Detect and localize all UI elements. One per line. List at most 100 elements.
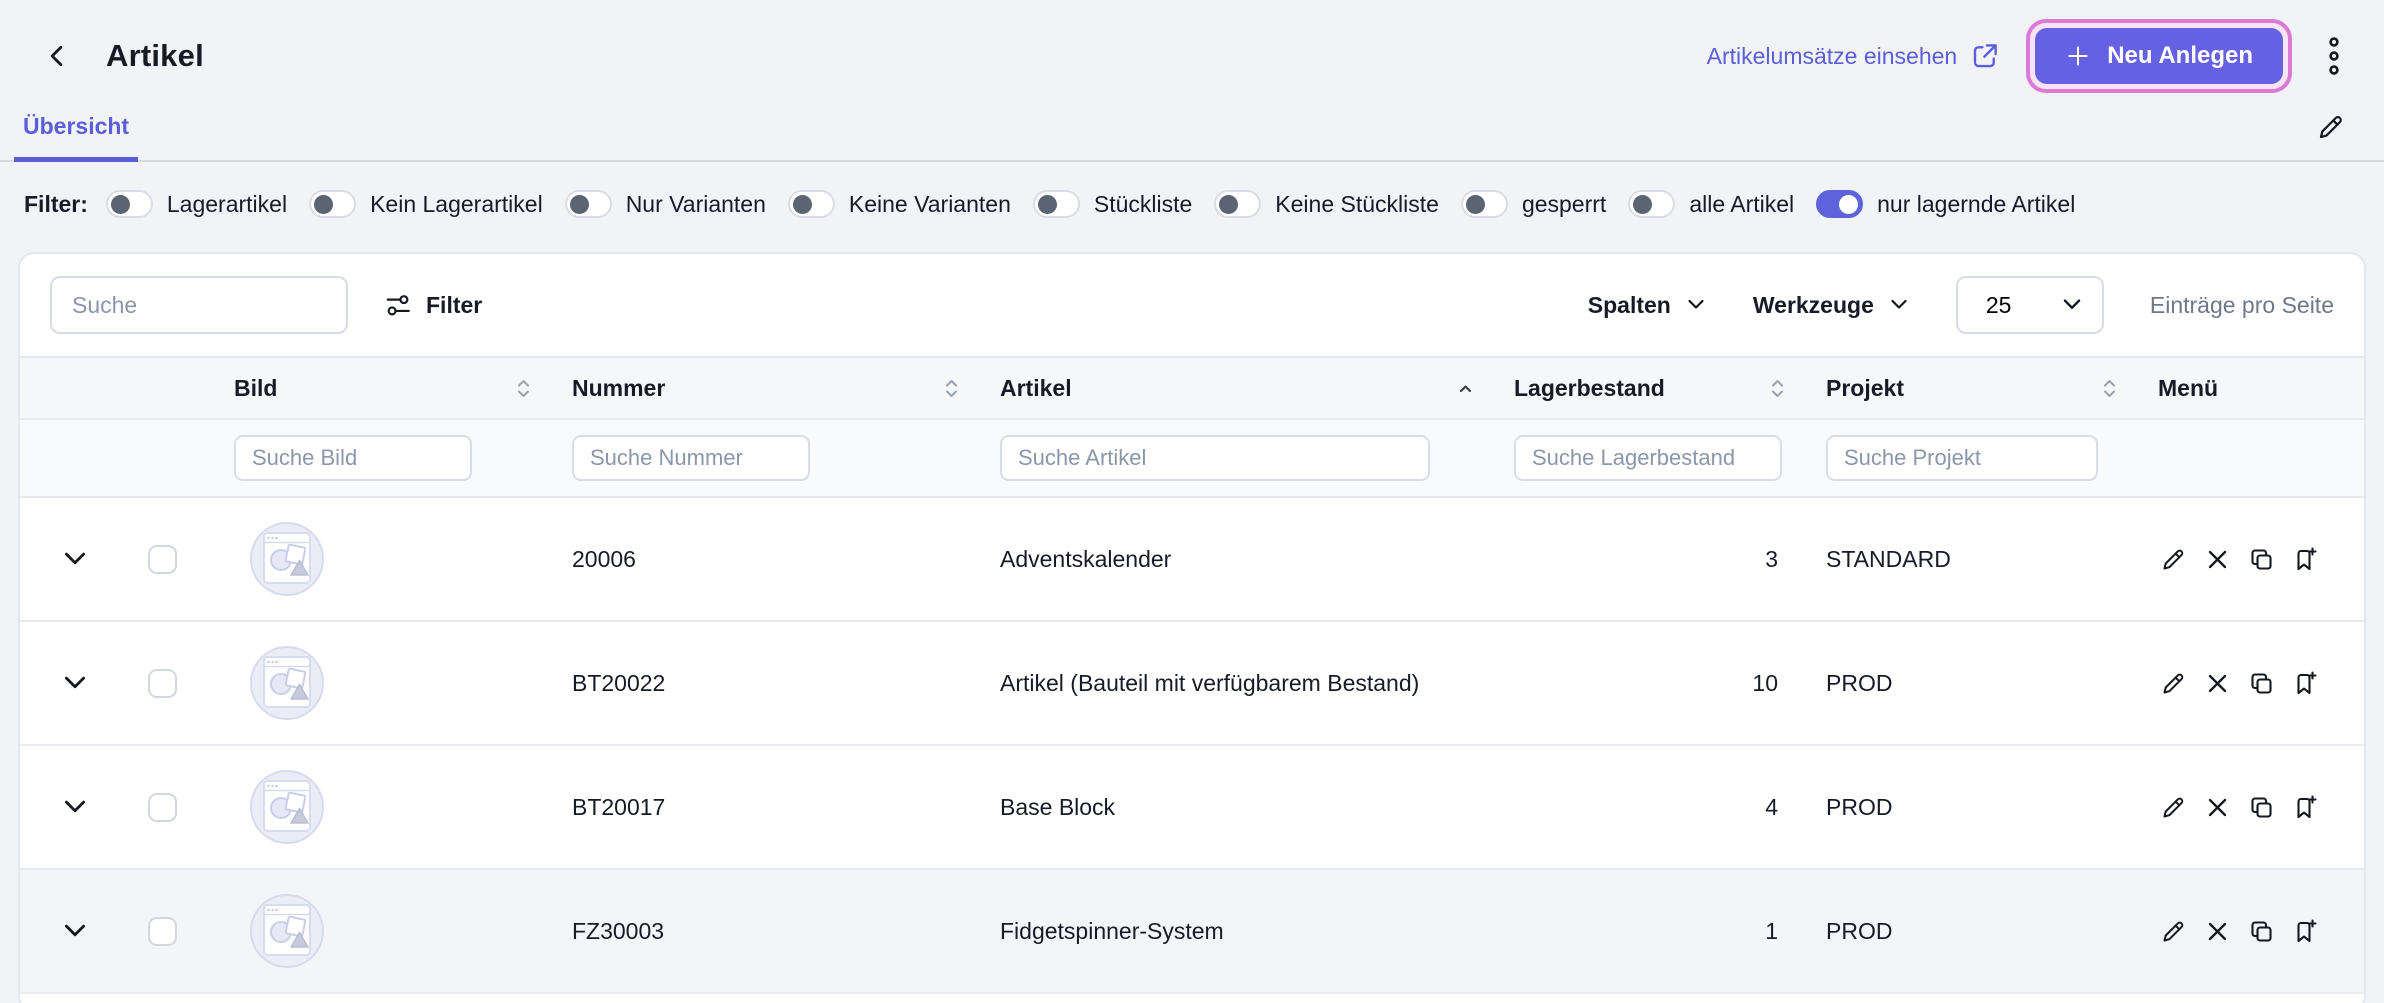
filter-toggle-nur-varianten[interactable]: Nur Varianten xyxy=(565,190,766,218)
toggle-switch[interactable] xyxy=(1628,190,1675,218)
toggle-switch[interactable] xyxy=(1214,190,1261,218)
toggle-switch[interactable] xyxy=(1461,190,1508,218)
bookmark-plus-icon xyxy=(2292,546,2319,573)
row-checkbox[interactable] xyxy=(148,793,177,822)
row-checkbox[interactable] xyxy=(148,669,177,698)
row-projekt: PROD xyxy=(1802,794,2134,821)
chevron-down-icon xyxy=(2060,293,2084,317)
column-header-projekt[interactable]: Projekt xyxy=(1802,358,2134,418)
filter-toggle-keine-stueckliste[interactable]: Keine Stückliste xyxy=(1214,190,1439,218)
page-header: Artikel Artikelumsätze einsehen Neu Anle… xyxy=(0,0,2384,96)
article-table-card: Filter Spalten Werkzeuge 25 Einträge pro… xyxy=(18,252,2366,1003)
neu-anlegen-button[interactable]: Neu Anlegen xyxy=(2035,28,2283,84)
pencil-icon xyxy=(2160,546,2187,573)
column-search-nummer[interactable] xyxy=(572,435,810,481)
column-header-nummer[interactable]: Nummer xyxy=(548,358,976,418)
column-search-projekt[interactable] xyxy=(1826,435,2098,481)
filter-toggle-gesperrt[interactable]: gesperrt xyxy=(1461,190,1606,218)
table-header-row: Bild Nummer Artikel Lagerbestand Projekt… xyxy=(20,356,2364,420)
row-nummer: BT20017 xyxy=(548,794,976,821)
row-lagerbestand: 10 xyxy=(1490,670,1802,697)
copy-button[interactable] xyxy=(2246,916,2277,947)
row-checkbox[interactable] xyxy=(148,545,177,574)
bookmark-plus-icon xyxy=(2292,918,2319,945)
row-checkbox[interactable] xyxy=(148,917,177,946)
table-row: 20006 Adventskalender 3 STANDARD xyxy=(20,498,2364,622)
filter-toggle-alle-artikel[interactable]: alle Artikel xyxy=(1628,190,1794,218)
row-expand-button[interactable] xyxy=(57,541,93,577)
column-search-lagerbestand[interactable] xyxy=(1514,435,1782,481)
werkzeuge-label: Werkzeuge xyxy=(1753,292,1874,319)
kebab-menu-icon xyxy=(2326,35,2342,77)
row-lagerbestand: 1 xyxy=(1490,918,1802,945)
delete-button[interactable] xyxy=(2202,668,2233,699)
back-button[interactable] xyxy=(40,38,76,74)
row-artikel: Fidgetspinner-System xyxy=(976,918,1490,945)
tab-bar: Übersicht xyxy=(0,96,2384,162)
bookmark-add-button[interactable] xyxy=(2290,916,2321,947)
highlight-ring: Neu Anlegen xyxy=(2026,19,2292,93)
chevron-down-icon xyxy=(61,669,89,697)
bookmark-add-button[interactable] xyxy=(2290,668,2321,699)
edit-button[interactable] xyxy=(2158,668,2189,699)
row-actions xyxy=(2134,544,2364,575)
column-header-lagerbestand[interactable]: Lagerbestand xyxy=(1490,358,1802,418)
bookmark-plus-icon xyxy=(2292,794,2319,821)
edit-button[interactable] xyxy=(2158,544,2189,575)
edit-button[interactable] xyxy=(2158,916,2189,947)
copy-button[interactable] xyxy=(2246,668,2277,699)
tab-uebersicht[interactable]: Übersicht xyxy=(14,113,138,162)
sort-up-down-icon xyxy=(943,378,960,399)
filter-toggle-nur-lagernde-artikel[interactable]: nur lagernde Artikel xyxy=(1816,190,2075,218)
row-projekt: PROD xyxy=(1802,670,2134,697)
sort-up-down-icon xyxy=(1769,378,1786,399)
chevron-left-icon xyxy=(44,42,72,70)
page-size-select[interactable]: 25 xyxy=(1956,276,2104,334)
row-lagerbestand: 3 xyxy=(1490,546,1802,573)
search-input[interactable] xyxy=(50,276,348,334)
column-header-artikel[interactable]: Artikel xyxy=(976,358,1490,418)
copy-button[interactable] xyxy=(2246,544,2277,575)
chevron-down-icon xyxy=(1685,294,1707,316)
neu-anlegen-label: Neu Anlegen xyxy=(2107,42,2253,70)
delete-button[interactable] xyxy=(2202,544,2233,575)
toggle-switch[interactable] xyxy=(106,190,153,218)
edit-view-button[interactable] xyxy=(2312,108,2350,146)
chevron-down-icon xyxy=(1888,294,1910,316)
edit-button[interactable] xyxy=(2158,792,2189,823)
row-artikel: Base Block xyxy=(976,794,1490,821)
artikelumsaetze-link[interactable]: Artikelumsätze einsehen xyxy=(1707,41,2001,71)
toggle-switch[interactable] xyxy=(788,190,835,218)
toggle-switch[interactable] xyxy=(565,190,612,218)
bookmark-add-button[interactable] xyxy=(2290,792,2321,823)
row-expand-button[interactable] xyxy=(57,665,93,701)
filter-button[interactable]: Filter xyxy=(384,291,482,319)
chevron-down-icon xyxy=(61,793,89,821)
plus-icon xyxy=(2065,43,2091,69)
external-link-icon xyxy=(1970,41,2000,71)
column-search-bild[interactable] xyxy=(234,435,472,481)
row-expand-button[interactable] xyxy=(57,789,93,825)
copy-button[interactable] xyxy=(2246,792,2277,823)
x-icon xyxy=(2204,546,2231,573)
page-title: Artikel xyxy=(106,38,204,74)
copy-icon xyxy=(2248,918,2275,945)
filter-toggle-stueckliste[interactable]: Stückliste xyxy=(1033,190,1192,218)
filter-toggle-kein-lagerartikel[interactable]: Kein Lagerartikel xyxy=(309,190,543,218)
filter-toggle-keine-varianten[interactable]: Keine Varianten xyxy=(788,190,1011,218)
row-artikel: Artikel (Bauteil mit verfügbarem Bestand… xyxy=(976,670,1490,697)
bookmark-add-button[interactable] xyxy=(2290,544,2321,575)
column-search-artikel[interactable] xyxy=(1000,435,1430,481)
spalten-dropdown[interactable]: Spalten xyxy=(1588,292,1707,319)
column-header-bild[interactable]: Bild xyxy=(210,358,548,418)
row-expand-button[interactable] xyxy=(57,913,93,949)
werkzeuge-dropdown[interactable]: Werkzeuge xyxy=(1753,292,1910,319)
pencil-icon xyxy=(2160,918,2187,945)
delete-button[interactable] xyxy=(2202,792,2233,823)
kebab-menu-button[interactable] xyxy=(2322,31,2346,81)
filter-toggle-lagerartikel[interactable]: Lagerartikel xyxy=(106,190,287,218)
toggle-switch[interactable] xyxy=(1816,190,1863,218)
toggle-switch[interactable] xyxy=(309,190,356,218)
delete-button[interactable] xyxy=(2202,916,2233,947)
toggle-switch[interactable] xyxy=(1033,190,1080,218)
